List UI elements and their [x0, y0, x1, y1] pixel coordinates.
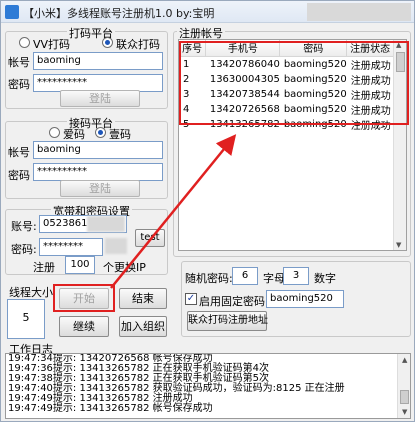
- scroll-up-icon[interactable]: ▲: [400, 355, 407, 365]
- sms-login-button[interactable]: 登陆: [60, 180, 140, 197]
- register-suffix-label: 个更换IP: [103, 261, 146, 274]
- sms-password-input[interactable]: **********: [33, 163, 163, 181]
- coding-password-label: 密码: [8, 78, 30, 91]
- random-password-label: 随机密码:: [185, 272, 233, 285]
- sms-account-input[interactable]: baoming: [33, 141, 163, 159]
- app-icon: [5, 5, 19, 19]
- redacted-region: [87, 216, 125, 232]
- register-count-input[interactable]: 100: [65, 256, 95, 274]
- broadband-account-label: 账号:: [11, 220, 37, 233]
- fixed-password-checkbox[interactable]: ✓: [185, 293, 197, 305]
- coding-account-label: 帐号: [8, 56, 30, 69]
- fixed-password-label: 启用固定密码:: [199, 295, 269, 308]
- log-scrollbar[interactable]: ▲ ▼: [397, 354, 410, 418]
- radio-aima-label: 爱码: [63, 128, 85, 141]
- highlight-box: [179, 41, 409, 125]
- work-log[interactable]: 19:47:34提示: 13420726568 帐号保存成功 19:47:36提…: [5, 353, 411, 419]
- threads-input[interactable]: 5: [7, 299, 45, 339]
- log-line: 19:47:49提示: 13413265782 帐号保存成功: [8, 403, 213, 414]
- radio-vv-label: VV打码: [33, 38, 71, 51]
- radio-lianzhong[interactable]: [102, 37, 113, 48]
- fixed-password-input[interactable]: baoming520: [266, 290, 344, 308]
- broadband-password-input[interactable]: ********: [39, 238, 103, 256]
- letters-label: 字母: [263, 272, 285, 285]
- coding-account-input[interactable]: baoming: [33, 52, 163, 70]
- redacted-region: [105, 238, 127, 254]
- radio-yima-label: 壹码: [109, 128, 131, 141]
- end-button[interactable]: 结束: [119, 288, 167, 309]
- radio-aima[interactable]: [49, 127, 60, 138]
- sms-password-label: 密码: [8, 169, 30, 182]
- random-letters-input[interactable]: 6: [232, 267, 258, 285]
- scroll-down-icon[interactable]: ▼: [396, 241, 401, 249]
- window-controls-redacted: [307, 3, 411, 21]
- radio-yima[interactable]: [95, 127, 106, 138]
- radio-vv[interactable]: [19, 37, 30, 48]
- join-group-button[interactable]: 加入组织: [119, 316, 167, 337]
- random-digits-input[interactable]: 3: [283, 267, 309, 285]
- radio-lianzhong-label: 联众打码: [116, 38, 160, 51]
- broadband-account-value: 0523861: [43, 218, 88, 229]
- main-window: 【小米】多线程账号注册机1.0 by:宝明 打码平台 VV打码 联众打码 帐号 …: [0, 0, 415, 422]
- title-bar: 【小米】多线程账号注册机1.0 by:宝明: [1, 1, 414, 23]
- highlight-box: [53, 284, 115, 312]
- threads-label: 线程大小: [9, 286, 53, 299]
- sms-account-label: 帐号: [8, 146, 30, 159]
- scroll-down-icon[interactable]: ▼: [400, 407, 407, 417]
- coding-login-button[interactable]: 登陆: [60, 90, 140, 107]
- register-label: 注册: [33, 261, 55, 274]
- digits-label: 数字: [314, 272, 336, 285]
- continue-button[interactable]: 继续: [59, 316, 109, 337]
- window-title: 【小米】多线程账号注册机1.0 by:宝明: [23, 7, 215, 20]
- test-button[interactable]: test: [135, 229, 165, 247]
- broadband-password-label: 密码:: [11, 243, 37, 256]
- register-url-button[interactable]: 联众打码注册地址: [187, 311, 268, 331]
- scroll-thumb[interactable]: [400, 390, 409, 404]
